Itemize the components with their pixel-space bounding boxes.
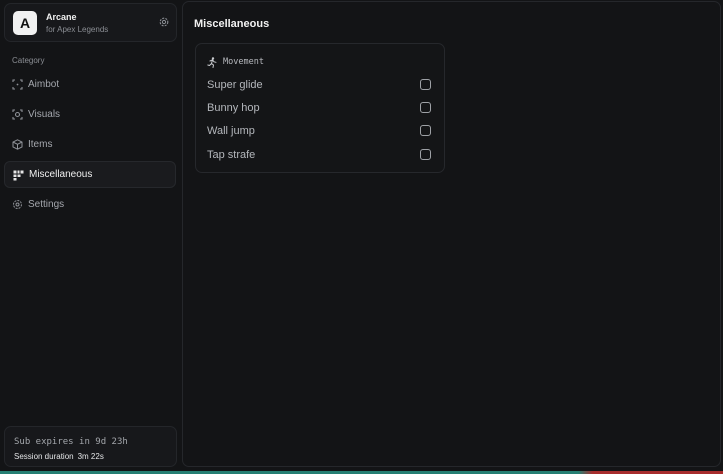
card-title: Movement xyxy=(223,57,264,67)
gear-icon xyxy=(13,200,22,209)
box-icon xyxy=(12,139,23,150)
app-window: A Arcane for Apex Legends Category Aimbo… xyxy=(0,0,723,474)
option-label: Tap strafe xyxy=(207,149,256,161)
movement-card: Movement Super glide Bunny hop Wall jump… xyxy=(195,43,445,173)
sidebar-item-label: Visuals xyxy=(28,109,61,120)
option-tap-strafe: Tap strafe xyxy=(207,147,435,163)
option-wall-jump: Wall jump xyxy=(207,123,435,139)
crosshair-icon xyxy=(12,79,23,90)
sidebar-item-label: Items xyxy=(28,139,53,150)
tap-strafe-checkbox[interactable] xyxy=(420,149,431,160)
card-header: Movement xyxy=(207,56,264,68)
sidebar-item-miscellaneous[interactable]: Miscellaneous xyxy=(4,161,176,188)
wall-jump-checkbox[interactable] xyxy=(420,125,431,136)
sidebar-item-visuals[interactable]: Visuals xyxy=(4,101,176,128)
page-title: Miscellaneous xyxy=(194,18,270,30)
sidebar-item-label: Settings xyxy=(28,199,65,210)
brand-header: A Arcane for Apex Legends xyxy=(4,3,177,42)
app-logo: A xyxy=(13,11,37,35)
bunny-hop-checkbox[interactable] xyxy=(420,102,431,113)
option-label: Bunny hop xyxy=(207,102,260,114)
session-duration: Session duration 3m 22s xyxy=(14,452,104,461)
sidebar: A Arcane for Apex Legends Category Aimbo… xyxy=(0,0,182,474)
scan-icon xyxy=(12,109,23,120)
session-label: Session duration xyxy=(14,452,74,461)
sidebar-item-items[interactable]: Items xyxy=(4,131,176,158)
option-label: Wall jump xyxy=(207,125,255,137)
grid-icon xyxy=(13,170,24,181)
subscription-status: Sub expires in 9d 23h Session duration 3m… xyxy=(4,426,177,467)
app-name: Arcane xyxy=(46,12,77,22)
app-subtitle: for Apex Legends xyxy=(46,25,109,34)
subscription-expiry: Sub expires in 9d 23h xyxy=(14,437,128,447)
option-bunny-hop: Bunny hop xyxy=(207,100,435,116)
sidebar-item-aimbot[interactable]: Aimbot xyxy=(4,71,176,98)
sidebar-item-label: Aimbot xyxy=(28,79,60,90)
super-glide-checkbox[interactable] xyxy=(420,79,431,90)
running-icon xyxy=(207,56,217,68)
sidebar-item-label: Miscellaneous xyxy=(29,169,93,180)
main-panel: Miscellaneous Movement Super glide Bunny… xyxy=(182,1,721,467)
option-label: Super glide xyxy=(207,79,263,91)
category-label: Category xyxy=(12,56,45,65)
option-super-glide: Super glide xyxy=(207,77,435,93)
gear-icon[interactable] xyxy=(158,16,170,28)
session-value: 3m 22s xyxy=(77,452,104,461)
sidebar-item-settings[interactable]: Settings xyxy=(4,191,176,218)
